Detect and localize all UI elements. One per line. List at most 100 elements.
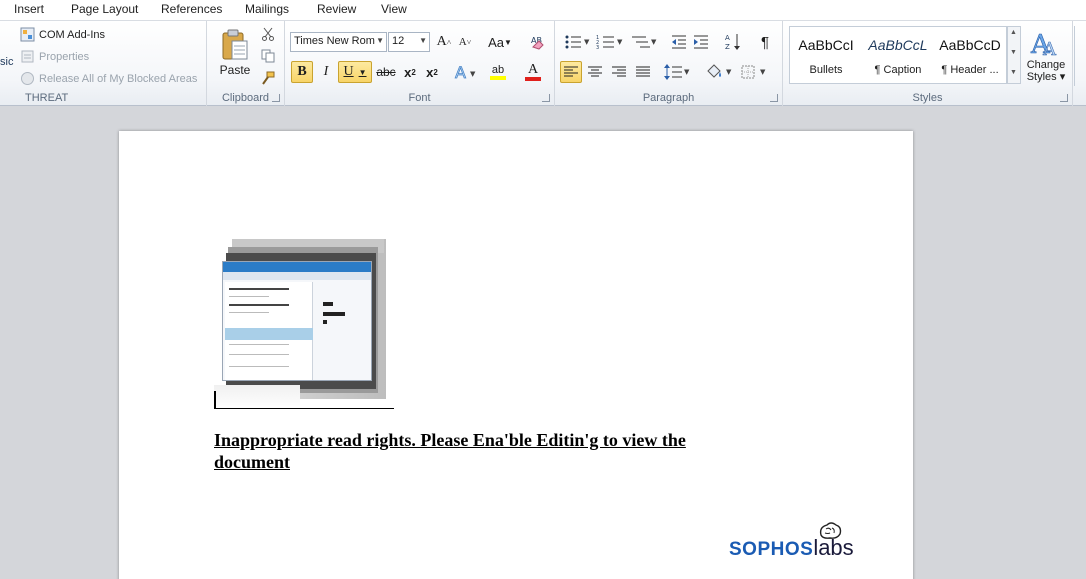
align-right-button[interactable]	[608, 61, 630, 83]
change-case-label: Aa	[488, 34, 504, 50]
font-color-button[interactable]: A	[519, 61, 547, 83]
properties-label: Properties	[39, 50, 90, 63]
document-area[interactable]: Inappropriate read rights. Please Ena'bl…	[0, 106, 1086, 579]
shading-button[interactable]: ▼	[703, 61, 735, 83]
format-painter-icon	[262, 71, 275, 85]
subscript-button[interactable]: x2	[400, 61, 420, 83]
ribbon-overflow	[1074, 26, 1086, 86]
document-page[interactable]: Inappropriate read rights. Please Ena'bl…	[119, 131, 913, 579]
strikethrough-button[interactable]: abc	[374, 61, 398, 83]
text-effects-button[interactable]: A ▼	[453, 61, 479, 83]
shrink-font-button[interactable]: A ˅	[456, 32, 474, 52]
change-styles-label-1: Change	[1026, 59, 1066, 71]
sort-button[interactable]: A Z	[723, 32, 743, 52]
release-blocked-areas-button[interactable]: Release All of My Blocked Areas	[20, 71, 197, 86]
justify-icon	[636, 66, 650, 77]
font-size-combo[interactable]: 12 ▼	[388, 32, 430, 52]
svg-text:▼: ▼	[617, 38, 623, 46]
change-case-button[interactable]: Aa ▼	[485, 32, 515, 52]
svg-text:▼: ▼	[684, 68, 690, 76]
text-cursor-line	[214, 391, 394, 409]
tab-view[interactable]: View	[381, 2, 407, 16]
numbering-button[interactable]: 1 2 3 ▼	[595, 32, 625, 52]
threat-group: sic COM Add-Ins Properties Release All o…	[0, 21, 207, 106]
paragraph-group: ▼ 1 2 3 ▼ ▼ A Z ¶ ▼ ▼ ▼ Paragraph	[555, 21, 783, 106]
numbering-icon: 1 2 3 ▼	[596, 35, 623, 50]
align-left-button[interactable]	[560, 61, 582, 83]
italic-label: I	[323, 64, 329, 79]
clear-formatting-icon: AB	[531, 36, 544, 50]
svg-text:▼: ▼	[726, 68, 732, 76]
font-size-value: 12	[392, 35, 405, 47]
tab-mailings[interactable]: Mailings	[245, 2, 289, 16]
copy-button[interactable]	[259, 47, 277, 65]
clipboard-group: Paste Clipboard	[207, 21, 285, 106]
embedded-image[interactable]	[214, 239, 404, 409]
style-caption[interactable]: AaBbCcL ¶ Caption	[863, 27, 933, 83]
paragraph-launcher-icon[interactable]	[770, 94, 778, 102]
font-name-dropdown-icon[interactable]: ▼	[376, 36, 384, 45]
font-color-bar	[525, 77, 541, 81]
styles-group: AaBbCcI Bullets AaBbCcL ¶ Caption AaBbCc…	[783, 21, 1073, 106]
tab-references[interactable]: References	[161, 2, 222, 16]
style-header[interactable]: AaBbCcD ¶ Header ...	[935, 27, 1005, 83]
tab-insert[interactable]: Insert	[14, 2, 44, 16]
font-size-dropdown-icon[interactable]: ▼	[419, 36, 427, 45]
bold-button[interactable]: B	[291, 61, 313, 83]
cut-button[interactable]	[259, 25, 277, 43]
style-bullets[interactable]: AaBbCcI Bullets	[791, 27, 861, 83]
grow-font-button[interactable]: A ˄	[435, 32, 453, 52]
paste-button[interactable]: Paste	[215, 25, 255, 81]
svg-text:▼: ▼	[584, 38, 590, 46]
align-center-button[interactable]	[584, 61, 606, 83]
line-spacing-button[interactable]: ▼	[663, 61, 691, 83]
align-center-icon	[588, 66, 602, 77]
font-launcher-icon[interactable]	[542, 94, 550, 102]
logo-labs-text: labs	[813, 535, 854, 560]
clipboard-launcher-icon[interactable]	[272, 94, 280, 102]
decrease-indent-button[interactable]	[669, 32, 689, 52]
pilcrow-icon: ¶	[760, 33, 770, 51]
bullets-button[interactable]: ▼	[563, 32, 591, 52]
properties-button[interactable]: Properties	[20, 49, 89, 64]
paint-bucket-icon: ▼	[707, 64, 732, 78]
borders-button[interactable]: ▼	[739, 61, 771, 83]
gallery-down-icon[interactable]: ▼	[1010, 49, 1017, 56]
font-color-letter: A	[527, 62, 539, 77]
borders-icon: ▼	[741, 65, 766, 79]
document-message-line-2: document	[214, 452, 290, 472]
styles-gallery-scroller[interactable]: ▲ ▼ ▼	[1007, 26, 1021, 84]
paragraph-group-label: Paragraph	[642, 92, 695, 104]
increase-indent-button[interactable]	[691, 32, 711, 52]
svg-text:A: A	[455, 63, 466, 81]
svg-text:A: A	[1042, 39, 1057, 59]
tab-page-layout[interactable]: Page Layout	[71, 2, 138, 16]
multilevel-list-button[interactable]: ▼	[629, 32, 659, 52]
change-styles-button[interactable]: A A Change Styles ▾	[1023, 25, 1069, 85]
properties-icon	[21, 50, 34, 63]
sort-icon: A Z	[725, 34, 740, 51]
paste-icon	[222, 29, 248, 60]
align-left-icon	[564, 66, 578, 77]
align-right-icon	[612, 66, 626, 77]
justify-button[interactable]	[632, 61, 654, 83]
gallery-up-icon[interactable]: ▲	[1010, 29, 1017, 36]
style-caption-sample: AaBbCcL	[868, 37, 928, 53]
decrease-indent-icon	[672, 35, 686, 49]
clear-formatting-button[interactable]: AB	[527, 31, 549, 53]
text-effects-icon: A ▼	[455, 63, 476, 81]
gallery-more-icon[interactable]: ▼	[1010, 69, 1017, 76]
com-addins-button[interactable]: COM Add-Ins	[20, 27, 105, 42]
styles-launcher-icon[interactable]	[1060, 94, 1068, 102]
underline-button[interactable]: U ▼	[338, 61, 372, 83]
show-formatting-marks-button[interactable]: ¶	[755, 32, 775, 52]
highlight-color-button[interactable]: ab	[483, 61, 513, 83]
font-group-label: Font	[408, 92, 431, 104]
format-painter-button[interactable]	[259, 69, 277, 87]
svg-text:▼: ▼	[651, 38, 657, 46]
highlight-color-bar	[490, 76, 506, 80]
italic-button[interactable]: I	[316, 61, 336, 83]
superscript-button[interactable]: x2	[422, 61, 442, 83]
tab-review[interactable]: Review	[317, 2, 356, 16]
font-name-combo[interactable]: Times New Rom ▼	[290, 32, 387, 52]
